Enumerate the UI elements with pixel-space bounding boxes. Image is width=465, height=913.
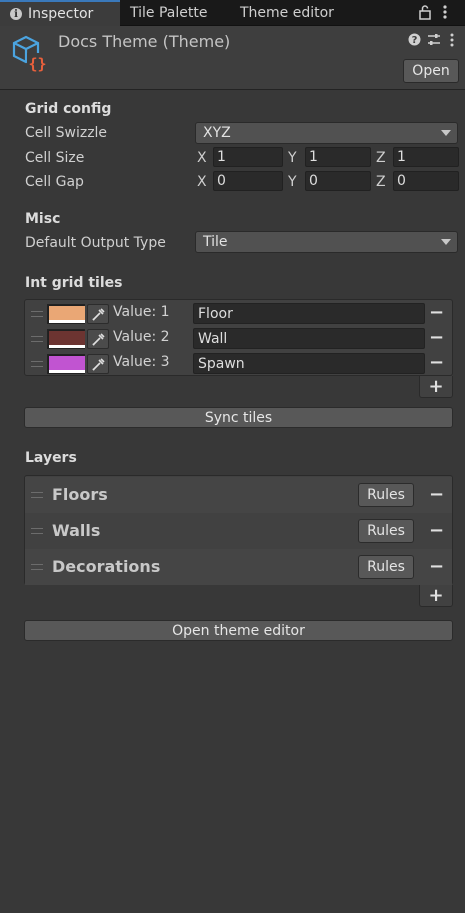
tile-name-field[interactable]: Floor [193, 303, 425, 324]
layers-list: Floors Rules − Walls Rules − Decorations… [24, 475, 453, 585]
layer-rules-button[interactable]: Rules [358, 555, 414, 579]
remove-layer-button[interactable]: − [429, 522, 444, 540]
chevron-down-icon [441, 239, 451, 245]
drag-handle-icon[interactable] [31, 361, 43, 367]
drag-handle-icon[interactable] [31, 528, 43, 534]
layers-heading: Layers [25, 450, 77, 466]
color-field[interactable] [47, 329, 85, 349]
axis-x-label: X [197, 150, 207, 166]
list-item: Value: 1 Floor − [25, 301, 452, 326]
more-options-icon[interactable] [442, 4, 448, 24]
remove-layer-button[interactable]: − [429, 486, 444, 504]
cell-gap-x-field[interactable]: 0 [213, 171, 283, 191]
tile-value-label: Value: 2 [113, 329, 170, 345]
svg-text:?: ? [412, 35, 418, 46]
color-field[interactable] [47, 354, 85, 374]
color-swatch [49, 331, 85, 345]
remove-tile-button[interactable]: − [429, 354, 444, 372]
layer-name: Floors [52, 485, 108, 504]
axis-y-label: Y [288, 150, 297, 166]
cell-size-z-field[interactable]: 1 [393, 147, 459, 167]
drag-handle-icon[interactable] [31, 492, 43, 498]
drag-handle-icon[interactable] [31, 336, 43, 342]
add-tile-button[interactable]: + [419, 376, 453, 398]
add-layer-button[interactable]: + [419, 585, 453, 607]
eyedropper-icon[interactable] [87, 354, 109, 374]
more-options-icon[interactable] [449, 33, 455, 51]
tab-label: Inspector [28, 6, 94, 22]
cell-gap-z-field[interactable]: 0 [393, 171, 459, 191]
lock-icon[interactable] [418, 4, 432, 24]
axis-z-label: Z [376, 174, 386, 190]
svg-text:{}: {} [28, 55, 46, 73]
info-icon: i [10, 8, 22, 20]
layer-rules-button[interactable]: Rules [358, 483, 414, 507]
layer-item: Walls Rules − [25, 513, 452, 549]
remove-layer-button[interactable]: − [429, 558, 444, 576]
axis-y-label: Y [288, 174, 297, 190]
open-theme-editor-button[interactable]: Open theme editor [24, 620, 453, 641]
tab-tile-palette[interactable]: Tile Palette [120, 0, 224, 26]
default-output-type-label: Default Output Type [25, 235, 166, 251]
tile-value-label: Value: 3 [113, 354, 170, 370]
color-swatch [49, 356, 85, 370]
list-item: Value: 3 Spawn − [25, 351, 452, 376]
chevron-down-icon [441, 130, 451, 136]
tab-label: Tile Palette [130, 5, 208, 21]
axis-x-label: X [197, 174, 207, 190]
tab-label: Theme editor [240, 5, 334, 21]
layer-name: Walls [52, 521, 101, 540]
theme-asset-icon: {} [12, 35, 48, 73]
layer-name: Decorations [52, 557, 161, 576]
eyedropper-icon[interactable] [87, 329, 109, 349]
inspector-header: {} Docs Theme (Theme) ? Open [0, 26, 465, 90]
tab-theme-editor[interactable]: Theme editor [230, 0, 350, 26]
drag-handle-icon[interactable] [31, 564, 43, 570]
asset-title: Docs Theme (Theme) [58, 32, 231, 51]
axis-z-label: Z [376, 150, 386, 166]
tile-value-label: Value: 1 [113, 304, 170, 320]
sync-tiles-button[interactable]: Sync tiles [24, 407, 453, 428]
remove-tile-button[interactable]: − [429, 304, 444, 322]
remove-tile-button[interactable]: − [429, 329, 444, 347]
layer-item: Decorations Rules − [25, 549, 452, 585]
alpha-bar [49, 370, 85, 373]
cell-gap-y-field[interactable]: 0 [305, 171, 371, 191]
open-button[interactable]: Open [403, 59, 459, 83]
dropdown-value: XYZ [203, 125, 231, 141]
grid-config-heading: Grid config [25, 101, 112, 117]
cell-size-y-field[interactable]: 1 [305, 147, 371, 167]
tile-name-field[interactable]: Wall [193, 328, 425, 349]
alpha-bar [49, 320, 85, 323]
misc-heading: Misc [25, 211, 61, 227]
list-item: Value: 2 Wall − [25, 326, 452, 351]
layer-rules-button[interactable]: Rules [358, 519, 414, 543]
cell-swizzle-label: Cell Swizzle [25, 125, 108, 141]
alpha-bar [49, 345, 85, 348]
cell-size-x-field[interactable]: 1 [213, 147, 283, 167]
cell-swizzle-dropdown[interactable]: XYZ [195, 122, 458, 144]
tile-name-field[interactable]: Spawn [193, 353, 425, 374]
int-grid-tiles-list: Value: 1 Floor − Value: 2 Wall − Value: … [24, 299, 453, 376]
default-output-type-dropdown[interactable]: Tile [195, 231, 458, 253]
tab-strip: i Inspector Tile Palette Theme editor [0, 0, 465, 26]
dropdown-value: Tile [203, 234, 228, 250]
cell-size-label: Cell Size [25, 150, 85, 166]
eyedropper-icon[interactable] [87, 304, 109, 324]
int-grid-tiles-heading: Int grid tiles [25, 275, 123, 291]
tab-inspector[interactable]: i Inspector [0, 0, 120, 26]
color-swatch [49, 306, 85, 320]
help-icon[interactable]: ? [408, 33, 421, 50]
preset-sliders-icon[interactable] [427, 33, 441, 50]
cell-gap-label: Cell Gap [25, 174, 84, 190]
layer-item: Floors Rules − [25, 477, 452, 513]
drag-handle-icon[interactable] [31, 311, 43, 317]
color-field[interactable] [47, 304, 85, 324]
